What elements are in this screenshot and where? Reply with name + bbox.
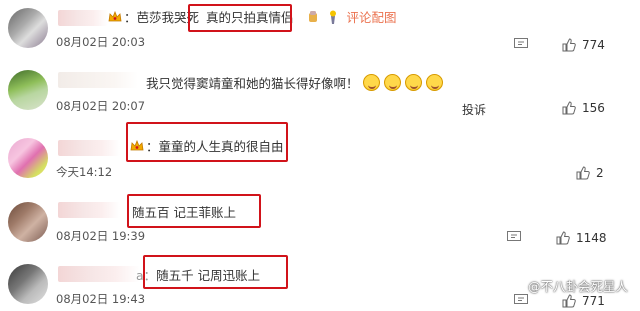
highlight-box [188,4,292,32]
like-count: 1148 [576,231,607,245]
laughing-emoji-icon [425,74,443,91]
fist-emoji-icon [308,11,317,22]
highlight-box [127,194,261,228]
like-button[interactable]: 2 [576,166,604,180]
comment-row-3: ：童童的人生真的很自由 今天14:12 2 [0,122,640,184]
reply-icon[interactable] [514,294,528,306]
highlight-box [143,255,288,289]
avatar[interactable] [8,264,48,304]
thumbs-up-icon [562,294,576,308]
username-blurred[interactable] [58,140,120,156]
comment-row-4: 随五百 记王菲账上 08月02日 19:39 1148 [0,190,640,250]
report-button[interactable]: 投诉 [462,101,486,118]
thumbs-up-icon [576,166,590,180]
laughing-emoji-icon [404,74,422,91]
comment-row-2: 我只觉得窦靖童和她的猫长得好像啊！ 08月02日 20:07 投诉 156 [0,62,640,120]
thumbs-up-icon [562,101,576,115]
like-count: 774 [582,38,605,52]
comment-row-1: ：芭莎我哭死 真的只拍真情侣 评论配图 08月02日 20:03 774 [0,0,640,58]
avatar[interactable] [8,70,48,110]
watermark: @不八卦会死星人 [527,279,628,294]
comment-time: 08月02日 20:03 [56,35,146,49]
comment-time: 08月02日 19:39 [56,229,146,243]
like-button[interactable]: 774 [562,38,605,52]
comment-content: 我只觉得窦靖童和她的猫长得好像啊！ [146,74,443,93]
torch-emoji-icon [330,10,337,24]
view-image-link[interactable]: 评论配图 [346,10,396,25]
username-blurred[interactable] [58,266,140,282]
like-button[interactable]: 156 [562,101,605,115]
username-blurred[interactable] [58,72,138,88]
avatar[interactable] [8,202,48,242]
crown-icon [108,11,122,22]
laughing-emoji-icon [383,74,401,91]
laughing-emoji-icon [362,74,380,91]
avatar[interactable] [8,8,48,48]
like-count: 771 [582,294,605,308]
username-blurred[interactable] [58,10,108,26]
username-blurred[interactable] [58,202,120,218]
like-count: 156 [582,101,605,115]
like-button[interactable]: 771 [562,294,605,308]
comment-time: 今天14:12 [56,165,113,179]
highlight-box [126,122,288,162]
thumbs-up-icon [556,231,570,245]
reply-icon[interactable] [507,231,521,243]
comment-time: 08月02日 19:43 [56,292,146,306]
like-button[interactable]: 1148 [556,231,607,245]
thumbs-up-icon [562,38,576,52]
avatar[interactable] [8,138,48,178]
comment-time: 08月02日 20:07 [56,99,146,113]
reply-icon[interactable] [514,38,528,50]
like-count: 2 [596,166,604,180]
